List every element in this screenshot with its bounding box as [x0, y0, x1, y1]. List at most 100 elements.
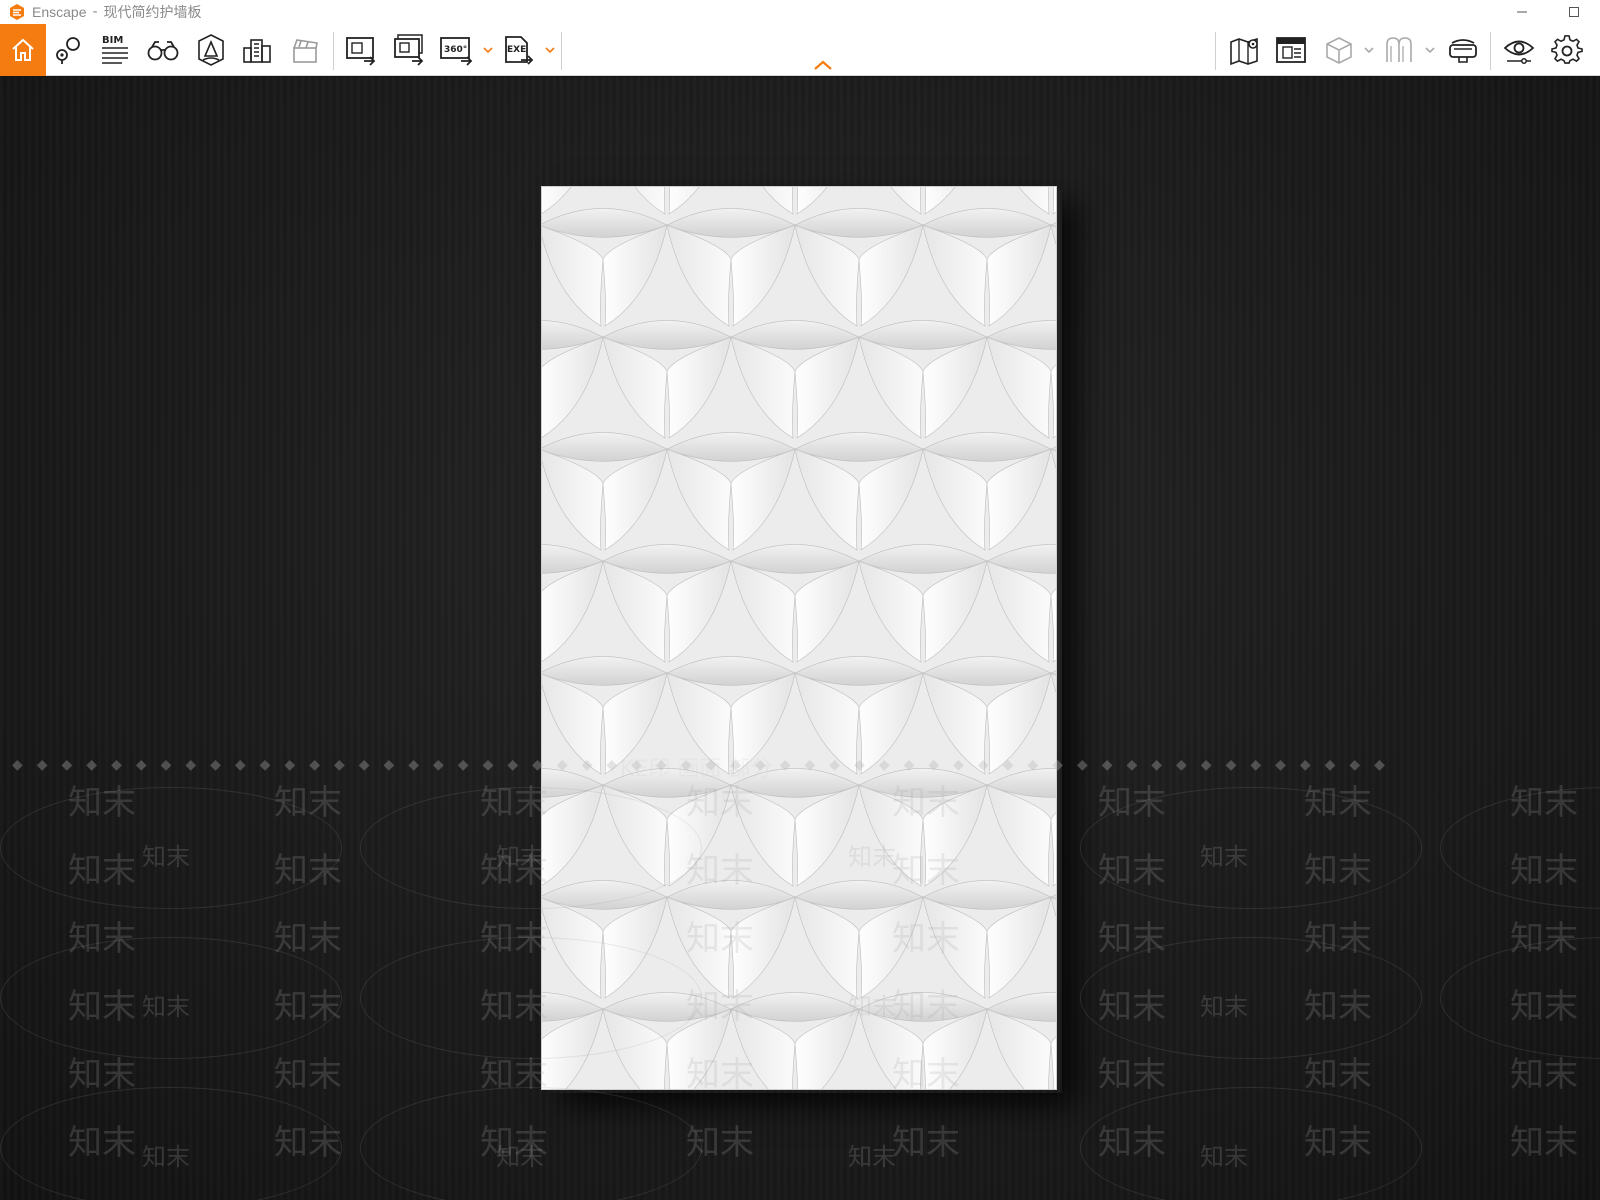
batch-render-icon [394, 34, 424, 66]
watermark-ellipse [1080, 787, 1422, 909]
panorama-export-icon: 360° [440, 37, 473, 66]
screenshot-button[interactable] [338, 24, 384, 76]
watermark-ellipse [1080, 937, 1422, 1059]
bim-info-button[interactable]: BIM [92, 24, 138, 76]
toolbar-separator [1215, 32, 1216, 70]
watermark-text: 知末 [480, 1055, 548, 1095]
watermark-ellipse [360, 1087, 702, 1200]
exe-export-button[interactable]: EXE [496, 24, 542, 76]
toolbar-separator [333, 32, 334, 70]
watermark-text: 知末 [274, 851, 342, 891]
watermark-text: 知末 [1098, 851, 1166, 891]
watermark-text: 知末 [1098, 1055, 1166, 1095]
watermark-text: 知末 [480, 851, 548, 891]
vr-button[interactable] [1440, 24, 1486, 76]
watermark-text-small: 知末 [142, 843, 190, 871]
watermark-text: 知末 [68, 1123, 136, 1163]
materials-button[interactable] [1376, 24, 1422, 76]
vr-icon [1449, 39, 1477, 63]
watermark-text: 知末 [686, 1123, 754, 1163]
exe-dropdown[interactable] [544, 44, 556, 56]
watermark-text: 知末 [1098, 1123, 1166, 1163]
batch-render-button[interactable] [386, 24, 432, 76]
title-separator: - [92, 4, 98, 20]
watermark-text: 知末 [1510, 1123, 1578, 1163]
web-standalone-button[interactable] [1268, 24, 1314, 76]
watermark-text-small: 知末 [142, 993, 190, 1021]
watermark-text: 知末 [274, 783, 342, 823]
watermark-text: 知末 [68, 1055, 136, 1095]
map-button[interactable] [1222, 24, 1268, 76]
main-toolbar: BIM 360° EXE [0, 24, 1600, 76]
enscape-logo-icon [10, 4, 24, 20]
asset-library-button[interactable] [1316, 24, 1362, 76]
watermark-text: 知末 [1510, 1055, 1578, 1095]
vr-headset-button[interactable] [188, 24, 234, 76]
watermark-text: 知末 [1304, 1055, 1372, 1095]
watermark-text: 知末 [1304, 1123, 1372, 1163]
video-editor-button[interactable] [282, 24, 328, 76]
toolbar-separator [1490, 32, 1491, 70]
view-management-button[interactable] [46, 24, 92, 76]
chevron-down-icon [483, 47, 493, 54]
visual-settings-icon [1503, 40, 1535, 64]
watermark-text: 知末 [480, 987, 548, 1027]
watermark-text: 知末 [68, 987, 136, 1027]
watermark-text: 知末 [274, 1055, 342, 1095]
watermark-text: 知末 [1510, 851, 1578, 891]
watermark-text: 知末 [1304, 919, 1372, 959]
watermark-text: 知末 [1098, 987, 1166, 1027]
chevron-down-icon [545, 47, 555, 54]
watermark-text: 知末 [1304, 851, 1372, 891]
watermark-ellipse [0, 787, 342, 909]
watermark-text: 知末 [1510, 919, 1578, 959]
watermark-text-small: 知末 [1200, 993, 1248, 1021]
toolbar-separator [561, 32, 562, 70]
app-name: Enscape [32, 4, 87, 20]
materials-dropdown[interactable] [1424, 44, 1436, 56]
binoculars-icon [147, 41, 179, 61]
cube-icon [1326, 37, 1352, 64]
buildings-button[interactable] [234, 24, 280, 76]
watermark-text: 知末 [480, 783, 548, 823]
home-button[interactable] [0, 24, 46, 76]
settings-button[interactable] [1544, 24, 1590, 76]
explore-button[interactable] [140, 24, 186, 76]
watermark-text: 知末 [1510, 987, 1578, 1027]
materials-icon [1386, 37, 1412, 62]
watermark-text: 知末 [68, 783, 136, 823]
watermark-ellipse [0, 1087, 342, 1200]
watermark-text-small: 知末 [496, 843, 544, 871]
maximize-button[interactable] [1548, 0, 1600, 24]
watermark-ellipse [1080, 1087, 1422, 1200]
asset-library-dropdown[interactable] [1363, 44, 1375, 56]
minimize-button[interactable] [1496, 0, 1548, 24]
render-viewport[interactable]: ◆◆◆◆◆◆◆◆◆◆◆◆◆◆◆◆◆◆◆◆◆◆◆◆◆◆◆◆◆◆◆◆◆◆◆◆◆◆◆◆… [0, 77, 1600, 1200]
watermark-text-small: 知末 [1200, 1143, 1248, 1171]
watermark-text: 知末 [1098, 783, 1166, 823]
exe-label: EXE [507, 45, 526, 55]
visual-settings-button[interactable] [1496, 24, 1542, 76]
watermark-text: 知末 [1304, 783, 1372, 823]
collapse-toolbar-button[interactable] [812, 58, 834, 72]
watermark-ellipse [1440, 937, 1600, 1059]
pin-icon [56, 37, 80, 64]
panorama-dropdown[interactable] [482, 44, 494, 56]
wall-panel-3d-model [541, 186, 1057, 1090]
watermark-text: 知末 [274, 1123, 342, 1163]
title-bar: Enscape - 现代简约护墙板 [0, 0, 1600, 24]
watermark-text-small: 知末 [1200, 843, 1248, 871]
clapper-icon [293, 39, 318, 63]
watermark-text-small: 知末 [848, 1143, 896, 1171]
map-icon [1230, 37, 1258, 66]
panorama-export-button[interactable]: 360° [434, 24, 480, 76]
watermark-text: 知末 [892, 1123, 960, 1163]
minimize-icon [1517, 11, 1527, 13]
maximize-icon [1569, 7, 1579, 17]
watermark-text-small: 知末 [496, 1143, 544, 1171]
bim-label: BIM [102, 35, 123, 46]
watermark-ellipse [1440, 787, 1600, 909]
bim-info-icon: BIM [102, 35, 128, 64]
watermark-text: 知末 [1510, 783, 1578, 823]
web-standalone-icon [1276, 37, 1306, 63]
